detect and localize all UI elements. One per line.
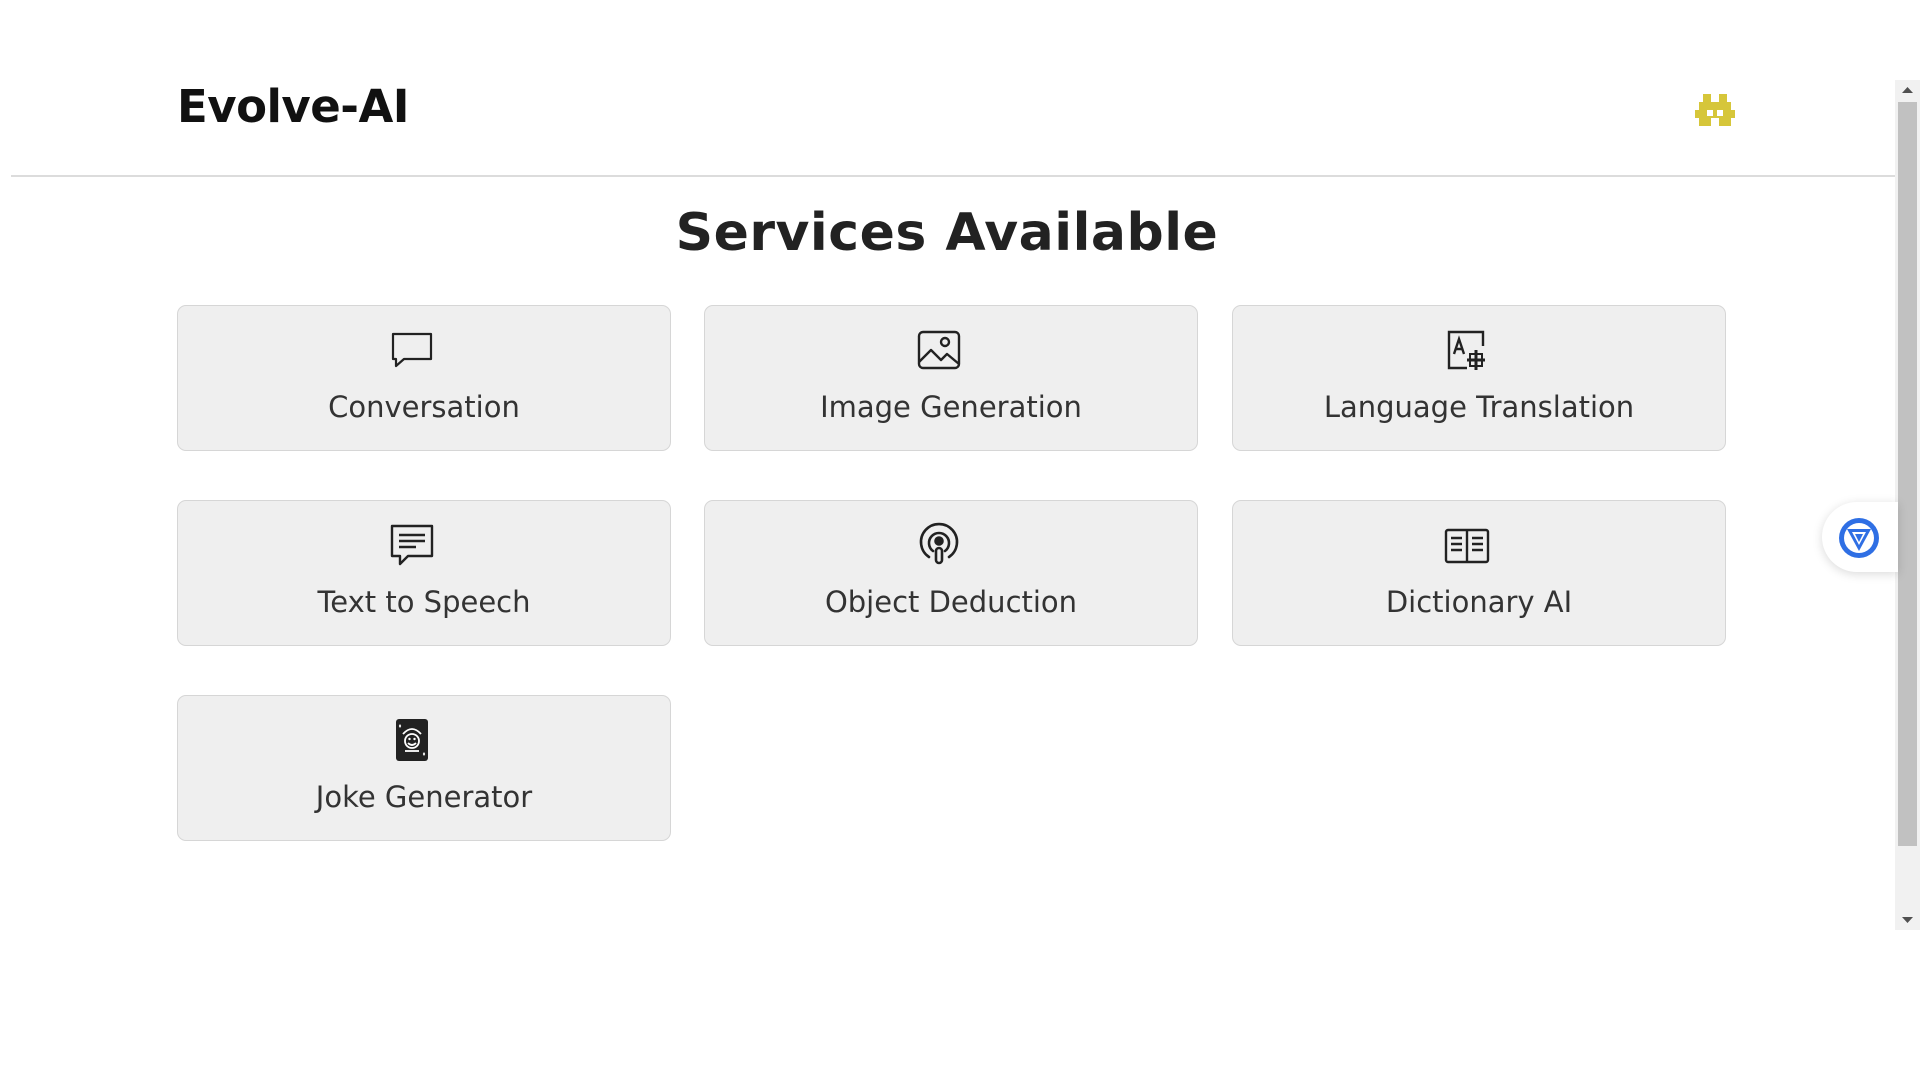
service-label: Object Deduction [824, 585, 1078, 619]
service-card-language-translation[interactable]: Language Translation [1232, 305, 1726, 451]
floating-assistant-widget[interactable] [1822, 502, 1898, 572]
scrollbar-thumb[interactable] [1898, 102, 1917, 846]
podcast-icon [915, 521, 963, 569]
assistant-logo-icon [1839, 518, 1879, 558]
service-card-text-to-speech[interactable]: Text to Speech [177, 500, 671, 646]
service-card-image-generation[interactable]: Image Generation [704, 305, 1198, 451]
service-label: Dictionary AI [1385, 585, 1573, 619]
chat-bubble-icon [388, 326, 436, 374]
top-header: Evolve-AI [11, 0, 1895, 177]
service-card-object-deduction[interactable]: Object Deduction [704, 500, 1198, 646]
app-logo[interactable]: Evolve-AI [177, 80, 410, 133]
service-label: Joke Generator [315, 780, 533, 814]
scroll-up-arrow-icon[interactable] [1895, 80, 1920, 100]
page-scrollbar[interactable] [1895, 80, 1920, 930]
service-card-dictionary-ai[interactable]: Dictionary AI [1232, 500, 1726, 646]
service-label: Conversation [328, 390, 520, 424]
service-card-joke-generator[interactable]: Joke Generator [177, 695, 671, 841]
open-book-icon [1443, 521, 1491, 569]
service-card-conversation[interactable]: Conversation [177, 305, 671, 451]
scroll-down-arrow-icon[interactable] [1895, 910, 1920, 930]
page-title: Services Available [675, 203, 1219, 263]
app-root: Evolve-AI Services Available Conversatio… [0, 0, 1920, 1080]
user-avatar-icon[interactable] [1693, 88, 1737, 132]
message-text-icon [388, 521, 436, 569]
image-icon [915, 326, 963, 374]
service-label: Image Generation [820, 390, 1082, 424]
service-label: Language Translation [1323, 390, 1635, 424]
joker-card-icon [388, 716, 436, 764]
service-label: Text to Speech [317, 585, 531, 619]
translate-icon [1443, 326, 1491, 374]
